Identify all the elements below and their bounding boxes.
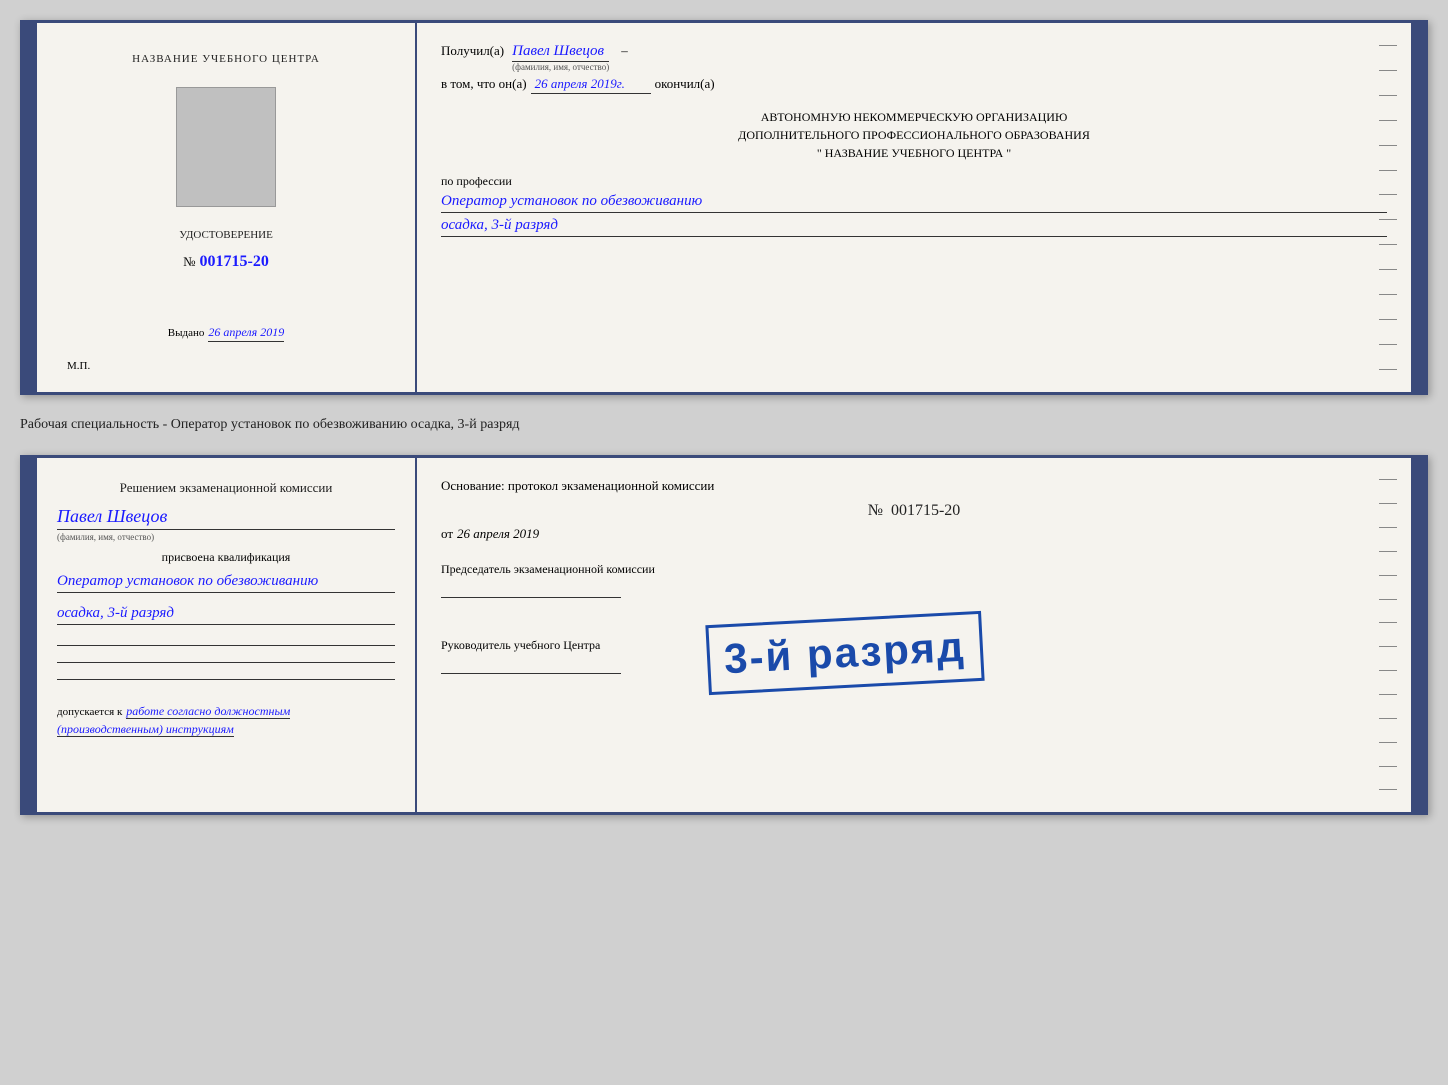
qual-left-panel: Решением экзаменационной комиссии Павел … xyxy=(37,458,417,812)
book-spine-right xyxy=(1411,23,1425,392)
qual-divider-1 xyxy=(57,645,395,646)
qual-allowed-label: допускается к xyxy=(57,706,122,718)
document-container: НАЗВАНИЕ УЧЕБНОГО ЦЕНТРА УДОСТОВЕРЕНИЕ №… xyxy=(20,20,1428,815)
qual-rank-value: осадка, 3-й разряд xyxy=(57,605,395,625)
qualification-document: Решением экзаменационной комиссии Павел … xyxy=(20,455,1428,815)
qual-right-panel: 3-й разряд Основание: протокол экзаменац… xyxy=(417,458,1411,812)
cert-number-value: 001715-20 xyxy=(200,253,269,271)
date-value: 26 апреля 2019г. xyxy=(531,76,651,94)
org-line1: АВТОНОМНУЮ НЕКОММЕРЧЕСКУЮ ОРГАНИЗАЦИЮ xyxy=(441,108,1387,126)
received-name-sub: (фамилия, имя, отчество) xyxy=(512,62,609,72)
qual-number-prefix: № xyxy=(868,502,883,519)
date-intro: в том, что он(а) xyxy=(441,76,527,92)
cert-profession-label: по профессии xyxy=(441,174,1387,189)
cert-right-panel: Получил(а) Павел Швецов (фамилия, имя, о… xyxy=(417,23,1411,392)
separator-text: Рабочая специальность - Оператор установ… xyxy=(20,413,1428,437)
cert-left-panel: НАЗВАНИЕ УЧЕБНОГО ЦЕНТРА УДОСТОВЕРЕНИЕ №… xyxy=(37,23,417,392)
qual-assigned-label: присвоена квалификация xyxy=(57,550,395,565)
mp-label: М.П. xyxy=(57,360,90,372)
received-label: Получил(а) xyxy=(441,43,504,59)
cert-number-prefix: № xyxy=(183,254,195,270)
date-suffix: окончил(а) xyxy=(655,76,715,92)
qual-right-number: № 001715-20 xyxy=(441,502,1387,520)
qual-role1: Председатель экзаменационной комиссии xyxy=(441,562,1387,577)
photo-placeholder xyxy=(176,87,276,207)
stamp-text: 3-й разряд xyxy=(723,623,967,683)
qual-date-value: 26 апреля 2019 xyxy=(457,526,539,542)
book-spine-left xyxy=(23,23,37,392)
qual-role1-block: Председатель экзаменационной комиссии xyxy=(441,562,1387,598)
cert-profession-value: Оператор установок по обезвоживанию xyxy=(441,193,1387,213)
cert-issued-label: Выдано xyxy=(168,327,205,339)
qual-stamp: 3-й разряд xyxy=(705,611,984,695)
qual-allowed-block: допускается к работе согласно должностны… xyxy=(57,702,395,738)
qual-spine-right xyxy=(1411,458,1425,812)
org-line3: " НАЗВАНИЕ УЧЕБНОГО ЦЕНТРА " xyxy=(441,144,1387,162)
cert-training-center-title: НАЗВАНИЕ УЧЕБНОГО ЦЕНТРА xyxy=(132,53,320,65)
cert-issued-date: 26 апреля 2019 xyxy=(208,325,284,342)
qual-spine-left xyxy=(23,458,37,812)
cert-issued-row: Выдано 26 апреля 2019 xyxy=(168,325,284,342)
qual-right-date-row: от 26 апреля 2019 xyxy=(441,526,1387,542)
cert-profession-block: по профессии Оператор установок по обезв… xyxy=(441,174,1387,237)
qual-sign-line-1 xyxy=(441,597,621,598)
qual-divider-2 xyxy=(57,662,395,663)
qual-sign-line-2 xyxy=(441,673,621,674)
received-name: Павел Швецов xyxy=(512,43,609,62)
cert-org-text: АВТОНОМНУЮ НЕКОММЕРЧЕСКУЮ ОРГАНИЗАЦИЮ ДО… xyxy=(441,108,1387,162)
decorative-side-lines xyxy=(1379,23,1397,392)
qual-date-prefix: от xyxy=(441,526,453,542)
cert-number-label: УДОСТОВЕРЕНИЕ xyxy=(179,229,273,241)
qual-right-basis: Основание: протокол экзаменационной коми… xyxy=(441,478,1387,494)
qual-divider-3 xyxy=(57,679,395,680)
qual-decorative-side-lines xyxy=(1379,458,1397,812)
qual-name-value: Павел Швецов xyxy=(57,506,395,530)
cert-date-row: в том, что он(а) 26 апреля 2019г. окончи… xyxy=(441,76,1387,94)
org-line2: ДОПОЛНИТЕЛЬНОГО ПРОФЕССИОНАЛЬНОГО ОБРАЗО… xyxy=(441,126,1387,144)
qual-profession-value: Оператор установок по обезвоживанию xyxy=(57,573,395,593)
qual-number-value: 001715-20 xyxy=(891,502,960,519)
cert-rank-value: осадка, 3-й разряд xyxy=(441,217,1387,237)
qual-name-sub: (фамилия, имя, отчество) xyxy=(57,532,395,542)
qual-title: Решением экзаменационной комиссии xyxy=(57,478,395,498)
certificate-document: НАЗВАНИЕ УЧЕБНОГО ЦЕНТРА УДОСТОВЕРЕНИЕ №… xyxy=(20,20,1428,395)
